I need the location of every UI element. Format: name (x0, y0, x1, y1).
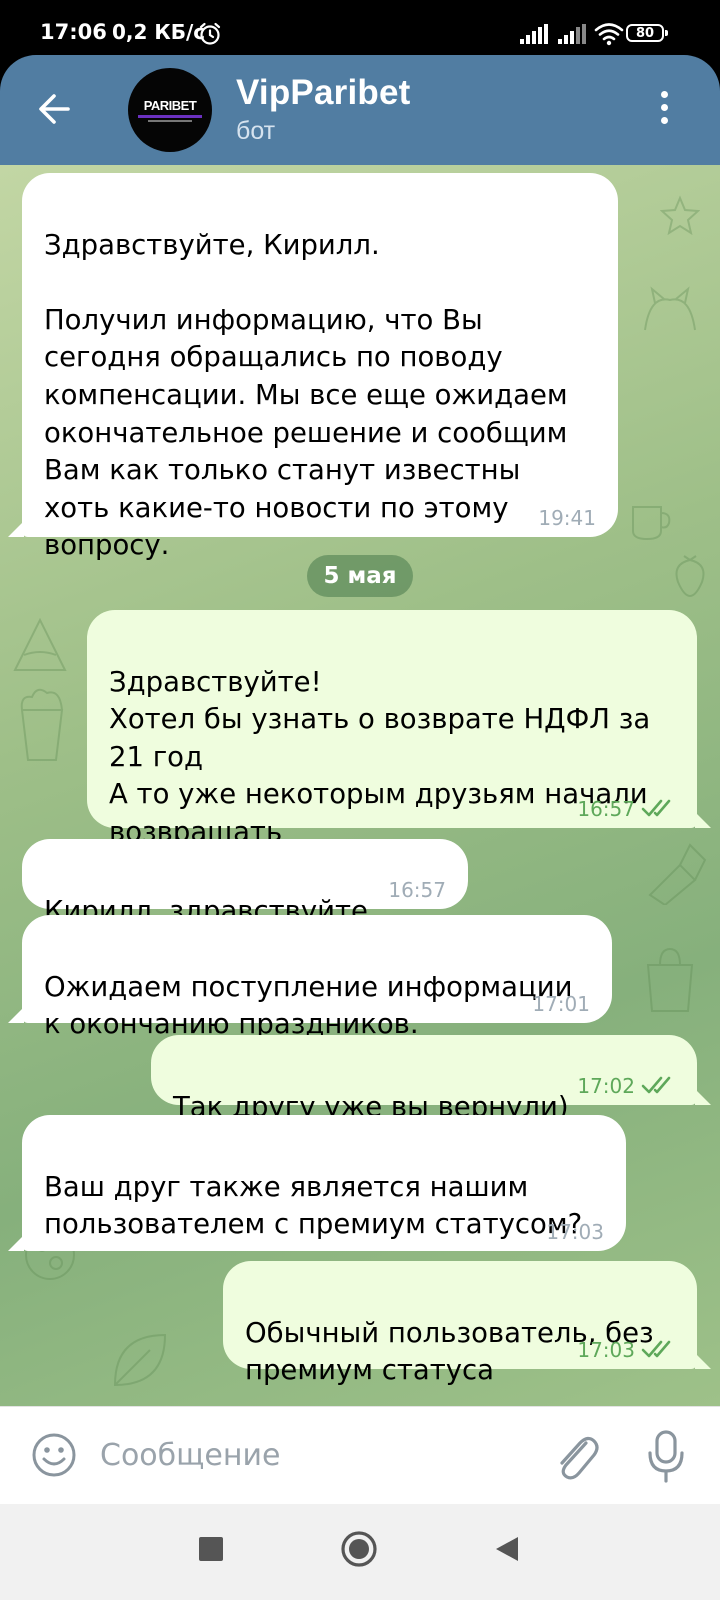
message-time: 19:41 (538, 506, 596, 530)
chat-history[interactable]: Здравствуйте, Кирилл. Получил информацию… (0, 165, 720, 1406)
chat-title[interactable]: VipParibet (236, 73, 410, 113)
network-speed: 0,2 КБ/с (112, 20, 206, 44)
date-separator: 5 мая (307, 555, 413, 597)
avatar[interactable]: PARIBET (128, 68, 212, 152)
bag-doodle-icon (646, 947, 694, 1012)
message-bubble-outgoing[interactable]: Так другу уже вы вернули) 17:02 (151, 1035, 697, 1123)
message-bubble-incoming[interactable]: Здравствуйте, Кирилл. Получил информацию… (22, 173, 618, 561)
bubble-tail (695, 812, 711, 828)
double-check-icon (641, 1076, 671, 1094)
cell-signal-icon (558, 24, 586, 44)
message-time: 17:02 (577, 1074, 635, 1098)
leaf-doodle-icon (113, 1333, 167, 1387)
microphone-icon[interactable] (646, 1429, 686, 1483)
battery-indicator: 80 (626, 24, 668, 42)
cup-doodle-icon (632, 506, 671, 541)
message-status: 17:02 (577, 1075, 675, 1097)
message-time: 17:01 (532, 992, 590, 1016)
cat-doodle-icon (644, 286, 696, 331)
message-bubble-outgoing[interactable]: Обычный пользователь, без премиум статус… (223, 1261, 697, 1386)
system-navigation-bar (0, 1504, 720, 1600)
avatar-logo-text: PARIBET (143, 98, 197, 113)
message-input[interactable] (100, 1433, 520, 1477)
message-composer (0, 1406, 720, 1505)
message-status: 17:03 (577, 1339, 675, 1361)
avatar-logo-bar (138, 115, 202, 118)
status-time: 17:06 (40, 20, 107, 44)
pizza-doodle-icon (13, 617, 67, 671)
message-time: 16:57 (577, 797, 635, 821)
message-text: Ожидаем поступление информации к окончан… (44, 970, 573, 1041)
circle-icon[interactable] (340, 1530, 378, 1568)
message-bubble-incoming[interactable]: Ожидаем поступление информации к окончан… (22, 915, 612, 1040)
bubble-tail (8, 1007, 24, 1023)
message-status: 16:57 (577, 798, 675, 820)
message-time: 16:57 (388, 878, 446, 902)
more-vertical-icon[interactable] (652, 91, 676, 131)
popcorn-doodle-icon (20, 688, 64, 761)
message-time: 17:03 (577, 1338, 635, 1362)
bubble-tail (695, 1089, 711, 1105)
message-bubble-outgoing[interactable]: Здравствуйте! Хотел бы узнать о возврате… (87, 610, 697, 848)
message-bubble-incoming[interactable]: Кирилл, здравствуйте 16:57 (22, 839, 468, 927)
strawberry-doodle-icon (675, 555, 705, 598)
arrow-left-icon[interactable] (32, 87, 76, 131)
wifi-icon (594, 23, 624, 46)
alarm-clock-icon (199, 22, 221, 45)
message-text: Здравствуйте! Хотел бы узнать о возврате… (109, 665, 651, 848)
paperclip-icon[interactable] (552, 1429, 600, 1481)
triangle-back-icon[interactable] (492, 1534, 522, 1564)
cell-signal-icon (520, 24, 548, 44)
message-text: Здравствуйте, Кирилл. Получил информацию… (44, 228, 568, 562)
bubble-tail (8, 521, 24, 537)
star-doodle-icon (660, 195, 700, 235)
chat-header: PARIBET VipParibet бот (0, 55, 720, 165)
double-check-icon (641, 799, 671, 817)
status-bar: 17:06 0,2 КБ/с 80 (0, 0, 720, 56)
message-text: Ваш друг также является нашим пользовате… (44, 1170, 583, 1241)
message-time: 17:03 (546, 1220, 604, 1244)
flashlight-doodle-icon (648, 843, 707, 905)
square-icon[interactable] (196, 1534, 226, 1564)
smiley-icon[interactable] (30, 1431, 78, 1479)
message-bubble-incoming[interactable]: Ваш друг также является нашим пользовате… (22, 1115, 626, 1251)
avatar-logo-subbar (148, 120, 192, 122)
bubble-tail (8, 1235, 24, 1251)
bubble-tail (695, 1353, 711, 1369)
double-check-icon (641, 1340, 671, 1358)
chat-subtitle: бот (236, 117, 276, 145)
